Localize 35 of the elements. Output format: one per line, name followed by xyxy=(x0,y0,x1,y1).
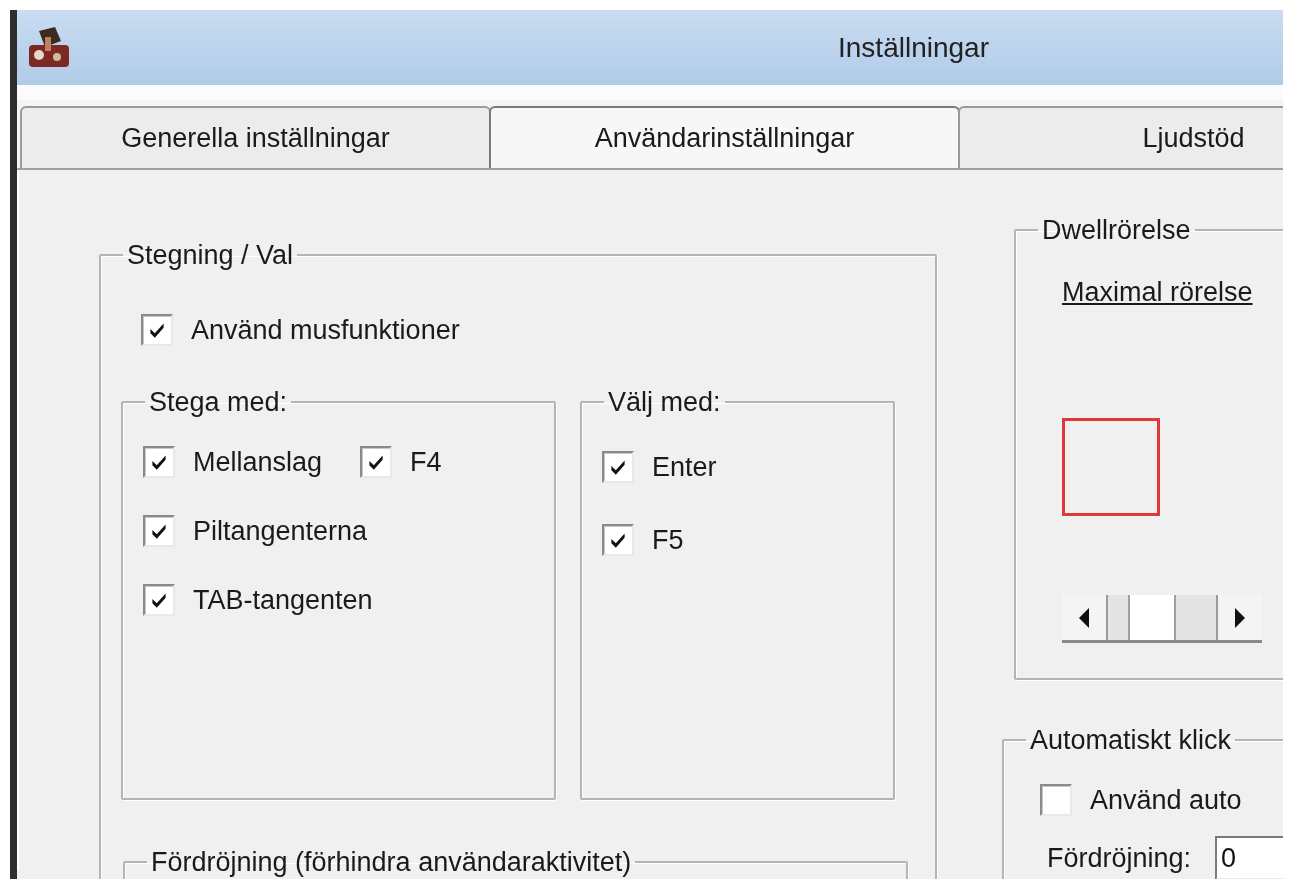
checkbox-label: Enter xyxy=(652,451,717,483)
checkbox-label: F5 xyxy=(652,524,684,556)
checkbox-label: Piltangenterna xyxy=(193,515,368,547)
checkbox-label: F4 xyxy=(410,446,442,478)
tab[interactable]: Generella inställningar xyxy=(20,106,491,168)
checkbox-label: Använd musfunktioner xyxy=(191,314,460,346)
window-title: Inställningar xyxy=(838,31,989,64)
scrollbar[interactable] xyxy=(1062,595,1262,643)
checkbox[interactable] xyxy=(143,515,175,547)
group-title: Välj med: xyxy=(607,386,722,418)
group-title: Stegning / Val xyxy=(126,239,295,271)
checkbox[interactable] xyxy=(141,314,173,346)
checkbox[interactable] xyxy=(602,524,634,556)
group-title: Stega med: xyxy=(148,386,289,418)
checkbox[interactable] xyxy=(360,446,393,478)
max-movement-label: Maximal rörelse xyxy=(1062,276,1253,308)
left-arrow-icon xyxy=(1077,607,1091,628)
checkbox[interactable] xyxy=(143,584,175,616)
scroll-right-button[interactable] xyxy=(1216,595,1262,640)
group-title: Dwellrörelse xyxy=(1041,214,1192,246)
scroll-left-button[interactable] xyxy=(1062,595,1108,640)
scroll-thumb[interactable] xyxy=(1128,595,1176,640)
checkbox-label: Använd auto xyxy=(1090,784,1242,816)
tab[interactable]: Användarinställningar xyxy=(489,106,960,168)
delay-input[interactable]: 0 xyxy=(1215,836,1283,879)
checkbox[interactable] xyxy=(143,446,175,478)
delay-label: Fördröjning: xyxy=(1047,842,1192,874)
right-arrow-icon xyxy=(1233,607,1247,628)
group-title: Automatiskt klick xyxy=(1029,724,1233,756)
checkbox[interactable] xyxy=(602,451,634,483)
checkbox[interactable] xyxy=(1040,784,1072,816)
checkbox-label: Mellanslag xyxy=(193,446,323,478)
tab[interactable]: Ljudstöd xyxy=(958,106,1283,168)
group-title: Fördröjning (förhindra användaraktivitet) xyxy=(150,846,633,878)
checkbox-label: TAB-tangenten xyxy=(193,584,373,616)
